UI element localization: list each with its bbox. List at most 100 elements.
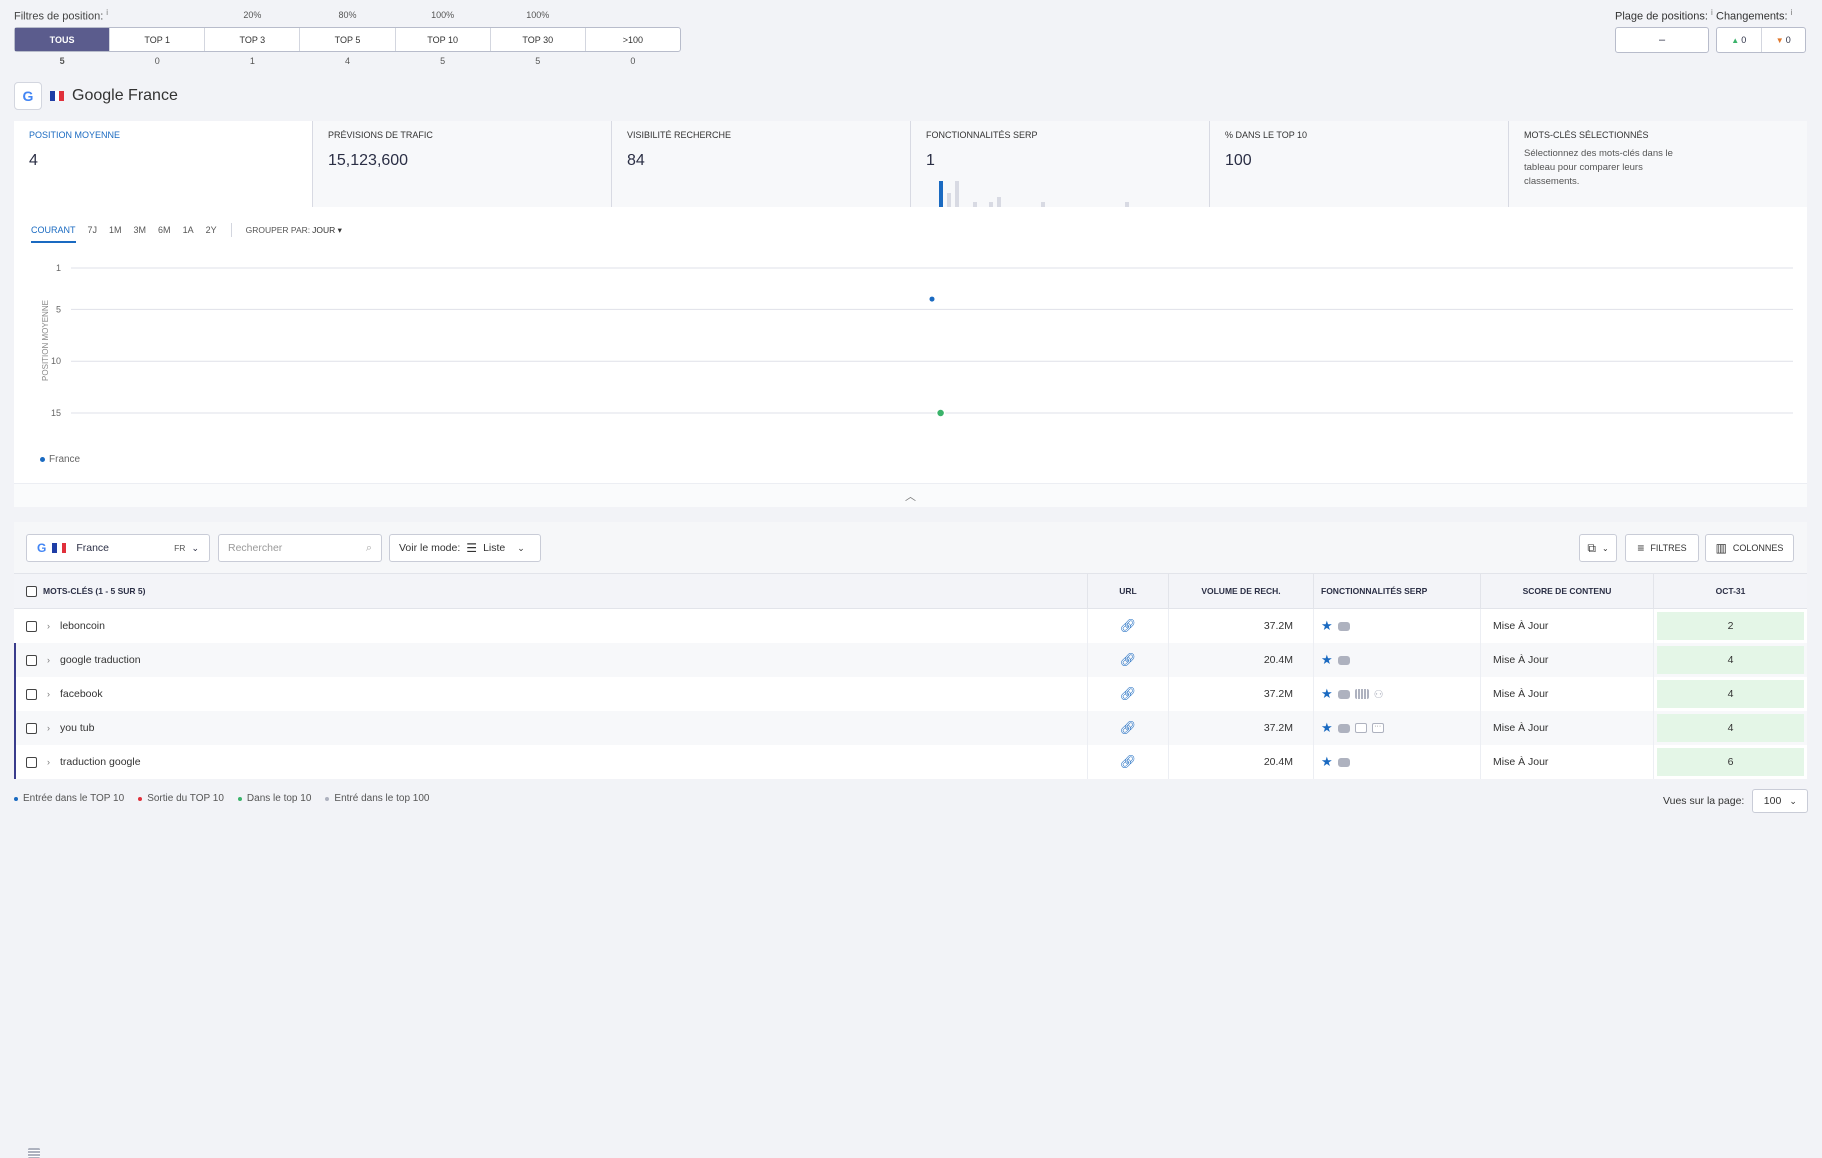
position-filter-label: Filtres de position: bbox=[14, 10, 104, 23]
filter-icon: ≡ bbox=[1637, 541, 1645, 555]
filter-label: TOP 3 bbox=[239, 34, 266, 45]
info-icon[interactable]: i bbox=[1791, 8, 1793, 17]
copy-icon: ⧉ bbox=[1587, 540, 1596, 555]
list-icon: ☰ bbox=[466, 541, 478, 555]
row-checkbox[interactable] bbox=[26, 756, 37, 768]
changes-down-button[interactable]: ▼ 0 bbox=[1760, 28, 1806, 52]
row-checkbox[interactable] bbox=[26, 688, 37, 700]
country-label: France bbox=[76, 542, 110, 554]
view-mode-select[interactable]: Voir le mode: ☰ Liste ⌄ bbox=[389, 534, 541, 562]
metric-top10-pct[interactable]: % DANS LE TOP 10 100 bbox=[1210, 121, 1509, 207]
link-icon[interactable]: 🔗︎ bbox=[1120, 720, 1137, 736]
data-point[interactable] bbox=[935, 408, 946, 418]
chevron-down-icon: ⌄ bbox=[517, 542, 525, 553]
sitelinks-icon: ⚇ bbox=[1373, 688, 1384, 701]
expand-icon[interactable]: › bbox=[47, 757, 50, 767]
table-row[interactable]: › leboncoin 🔗︎ 37.2M ★ Mise À Jour 2 bbox=[14, 609, 1807, 1158]
columns-icon: ▥ bbox=[1715, 541, 1727, 555]
metric-value: 100 bbox=[1225, 152, 1252, 169]
collapse-chart-button[interactable]: ︿ bbox=[14, 483, 1807, 507]
score-cell[interactable]: Mise À Jour bbox=[1481, 609, 1654, 643]
expand-icon[interactable]: › bbox=[47, 655, 50, 665]
search-input[interactable]: Rechercher ⌕ bbox=[218, 534, 382, 562]
col-score[interactable]: SCORE DE CONTENU bbox=[1481, 574, 1654, 608]
row-checkbox[interactable] bbox=[26, 654, 37, 666]
chart-legend-france[interactable]: France bbox=[40, 454, 80, 465]
info-icon[interactable]: i bbox=[106, 8, 108, 17]
expand-icon[interactable]: › bbox=[47, 689, 50, 699]
per-page-select[interactable]: 100 ⌄ bbox=[1752, 789, 1809, 813]
legend-dot bbox=[40, 457, 45, 462]
expand-icon[interactable]: › bbox=[47, 621, 50, 631]
col-url-label: URL bbox=[1119, 586, 1137, 596]
col-url[interactable]: URL bbox=[1088, 574, 1169, 608]
table-header: MOTS-CLÉS (1 - 5 SUR 5) URL VOLUME DE RE… bbox=[14, 574, 1807, 609]
metrics-strip: POSITION MOYENNE 4 PRÉVISIONS DE TRAFIC … bbox=[14, 121, 1807, 207]
position-cell: 4 bbox=[1654, 711, 1807, 745]
legend-enter-top10: Entrée dans le TOP 10 bbox=[14, 793, 124, 804]
keyword-text[interactable]: facebook bbox=[60, 688, 103, 700]
keyword-text[interactable]: you tub bbox=[60, 722, 94, 734]
changes-title: Changements: i bbox=[1716, 8, 1792, 23]
position-chart-panel: COURANT 7J 1M 3M 6M 1A 2Y GROUPER PAR: J… bbox=[14, 207, 1807, 507]
url-cell: 🔗︎ bbox=[1088, 677, 1169, 711]
metric-label: FONCTIONNALITÉS SERP bbox=[926, 130, 1038, 140]
score-value: Mise À Jour bbox=[1493, 688, 1549, 700]
url-cell: 🔗︎ bbox=[1088, 609, 1169, 643]
col-date[interactable]: OCT-31 bbox=[1654, 574, 1807, 608]
link-icon[interactable]: 🔗︎ bbox=[1120, 652, 1137, 668]
info-icon[interactable]: i bbox=[1711, 8, 1713, 17]
link-icon[interactable]: 🔗︎ bbox=[1120, 754, 1137, 770]
score-cell[interactable]: Mise À Jour bbox=[1481, 711, 1654, 745]
filter-count: 5 bbox=[59, 56, 65, 66]
score-cell[interactable]: Mise À Jour bbox=[1481, 745, 1654, 779]
expand-icon[interactable]: › bbox=[47, 723, 50, 733]
changes-up-button[interactable]: ▲ 0 bbox=[1717, 28, 1761, 52]
serp-cell: ★ bbox=[28, 609, 1481, 1158]
video-icon bbox=[1337, 621, 1350, 631]
link-icon[interactable]: 🔗︎ bbox=[1120, 618, 1137, 634]
view-mode-label: Voir le mode: bbox=[399, 542, 461, 554]
filter-top5[interactable]: 80% TOP 5 4 bbox=[300, 10, 396, 66]
filters-button[interactable]: ≡ FILTRES bbox=[1625, 534, 1699, 562]
score-cell[interactable]: Mise À Jour bbox=[1481, 643, 1654, 677]
france-flag-icon bbox=[52, 543, 67, 553]
serp-cell: ★ bbox=[1314, 745, 1481, 779]
keyword-text[interactable]: traduction google bbox=[60, 756, 141, 768]
filter-all[interactable]: TOUS 5 bbox=[15, 28, 111, 66]
metric-traffic-forecast[interactable]: PRÉVISIONS DE TRAFIC 15,123,600 bbox=[313, 121, 612, 207]
engine-select[interactable]: G France FR ⌄ bbox=[26, 534, 210, 562]
data-point[interactable] bbox=[929, 296, 935, 302]
metric-visibility[interactable]: VISIBILITÉ RECHERCHE 84 bbox=[612, 121, 911, 207]
chevron-down-icon: ⌄ bbox=[1601, 543, 1609, 553]
row-checkbox[interactable] bbox=[26, 722, 37, 734]
keyword-text[interactable]: google traduction bbox=[60, 654, 141, 666]
filter-over100[interactable]: >100 0 bbox=[586, 28, 680, 67]
filter-top1[interactable]: TOP 1 0 bbox=[110, 28, 206, 66]
keyword-text[interactable]: leboncoin bbox=[60, 620, 105, 632]
metric-serp-features[interactable]: FONCTIONNALITÉS SERP 1 bbox=[911, 121, 1210, 207]
metric-avg-position[interactable]: POSITION MOYENNE 4 bbox=[14, 121, 313, 207]
position-value: 4 bbox=[1657, 646, 1804, 674]
select-all-checkbox[interactable] bbox=[26, 585, 37, 597]
copy-button[interactable]: ⧉ ⌄ bbox=[1579, 534, 1617, 562]
row-checkbox[interactable] bbox=[26, 620, 37, 632]
filter-label: TOP 5 bbox=[334, 34, 361, 45]
carousel-icon bbox=[1354, 689, 1369, 699]
filter-top3[interactable]: 20% TOP 3 1 bbox=[205, 10, 301, 66]
col-serp[interactable]: FONCTIONNALITÉS SERP bbox=[1314, 574, 1481, 608]
filter-top30[interactable]: 100% TOP 30 5 bbox=[491, 10, 586, 66]
score-cell[interactable]: Mise À Jour bbox=[1481, 677, 1654, 711]
link-icon[interactable]: 🔗︎ bbox=[1120, 686, 1137, 702]
table-row[interactable]: › facebook 🔗︎ 37.2M ★ ⚇ Mise À Jour 4 bbox=[14, 677, 1807, 1158]
columns-button[interactable]: ▥ COLONNES bbox=[1705, 534, 1794, 562]
position-range-input[interactable]: – bbox=[1615, 27, 1709, 53]
col-volume[interactable]: VOLUME DE RECH. bbox=[1169, 574, 1314, 608]
table-row[interactable]: › google traduction 🔗︎ 20.4M ★ Mise À Jou… bbox=[14, 643, 1807, 677]
col-keywords[interactable]: MOTS-CLÉS (1 - 5 SUR 5) bbox=[14, 574, 1088, 608]
table-row[interactable]: › you tub 🔗︎ 37.2M ★ ··· Mise À Jour 4 bbox=[14, 711, 1807, 1158]
filter-top10[interactable]: 100% TOP 10 5 bbox=[396, 10, 491, 66]
table-row[interactable]: › traduction google 🔗︎ 20.4M ★ Mise À Jou… bbox=[14, 745, 1807, 779]
filter-count: 0 bbox=[154, 56, 160, 66]
filters-label: FILTRES bbox=[1650, 543, 1687, 553]
